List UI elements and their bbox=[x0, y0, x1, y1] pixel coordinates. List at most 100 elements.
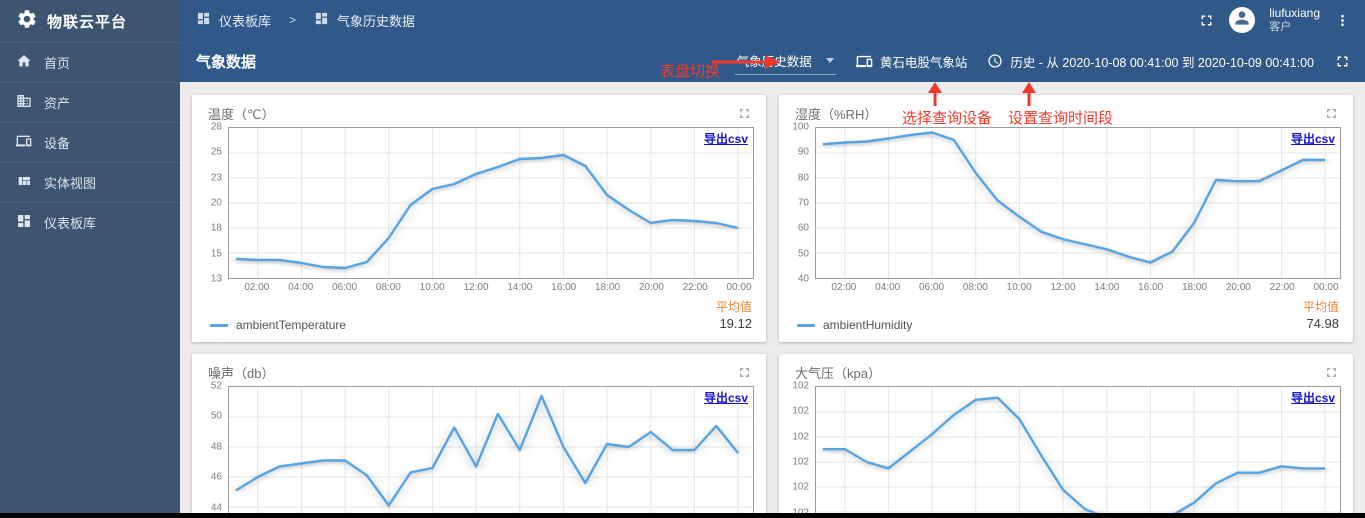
logo[interactable]: 物联云平台 bbox=[0, 0, 180, 42]
expand-icon[interactable] bbox=[1324, 106, 1339, 121]
user-name: liufuxiang bbox=[1269, 5, 1320, 20]
x-tick-label: 14:00 bbox=[507, 282, 533, 293]
sidebar-item-devices[interactable]: 设备 bbox=[0, 122, 180, 162]
chart-title: 温度（℃） bbox=[208, 107, 275, 122]
toolbar-controls: 气象历史数据 黄石电股气象站 历史 - 从 2020-10-08 00:41:0… bbox=[734, 48, 1351, 75]
breadcrumb-dashboards[interactable]: 仪表板库 bbox=[219, 11, 271, 30]
chevron-down-icon bbox=[825, 57, 834, 63]
breadcrumb: 仪表板库 > 气象历史数据 bbox=[196, 11, 415, 30]
x-tick-label: 08:00 bbox=[962, 282, 988, 293]
x-tick-label: 14:00 bbox=[1094, 282, 1120, 293]
y-tick-label: 60 bbox=[797, 222, 809, 234]
y-tick-label: 13 bbox=[210, 273, 222, 285]
avatar[interactable] bbox=[1229, 7, 1256, 33]
fullscreen-icon[interactable] bbox=[1334, 53, 1351, 70]
y-tick-label: 46 bbox=[210, 471, 222, 483]
x-tick-label: 18:00 bbox=[1182, 282, 1208, 293]
devices-icon bbox=[855, 53, 873, 70]
x-tick-label: 02:00 bbox=[831, 282, 857, 293]
y-tick-label: 50 bbox=[210, 410, 222, 422]
gear-logo-icon bbox=[16, 8, 38, 35]
chart-body: 102102102102102102102 导出csv bbox=[787, 381, 1341, 518]
x-axis: 02:00 04:00 06:00 08:00 10:00 12:00 14:00 16:00… bbox=[228, 279, 754, 294]
x-tick-label: 16:00 bbox=[551, 282, 577, 293]
x-tick-label: 22:00 bbox=[682, 282, 708, 293]
chart-body: 28 25 23 20 18 15 13 导出csv bbox=[200, 122, 754, 285]
y-tick-label: 20 bbox=[210, 197, 222, 209]
y-tick-label: 48 bbox=[210, 441, 222, 453]
x-tick-label: 06:00 bbox=[919, 282, 945, 293]
sidebar-item-label: 资产 bbox=[44, 96, 71, 111]
chart-card-noise: 噪声（db） 525048464442 导出csv 02:0004:0006:0… bbox=[192, 354, 766, 518]
card-header: 噪声（db） bbox=[200, 361, 754, 386]
x-tick-label: 06:00 bbox=[332, 282, 358, 293]
x-tick-label: 00:00 bbox=[1313, 282, 1339, 293]
export-csv-link[interactable]: 导出csv bbox=[704, 389, 748, 406]
x-tick-label: 12:00 bbox=[463, 282, 489, 293]
sidebar-item-label: 首页 bbox=[44, 56, 71, 71]
x-tick-label: 16:00 bbox=[1138, 282, 1164, 293]
aggregate-block: 平均值 74.98 bbox=[1303, 300, 1339, 332]
home-icon bbox=[16, 53, 32, 72]
view-quilt-icon bbox=[16, 173, 32, 192]
sidebar-item-assets[interactable]: 资产 bbox=[0, 82, 180, 122]
top-header: 仪表板库 > 气象历史数据 liufuxiang 客户 bbox=[180, 0, 1365, 40]
plot-area: 导出csv bbox=[228, 386, 754, 518]
breadcrumb-current: 气象历史数据 bbox=[337, 13, 416, 29]
x-tick-label: 22:00 bbox=[1269, 282, 1295, 293]
expand-icon[interactable] bbox=[1324, 365, 1339, 380]
legend-series-name: ambientTemperature bbox=[236, 318, 347, 333]
logo-title: 物联云平台 bbox=[47, 13, 128, 31]
chart-card-pressure: 大气压（kpa） 102102102102102102102 导出csv 02:… bbox=[779, 354, 1353, 518]
y-tick-label: 102 bbox=[792, 431, 809, 443]
card-header: 温度（℃） bbox=[200, 102, 754, 127]
expand-icon[interactable] bbox=[737, 106, 752, 121]
series-line-ambientHumidity bbox=[823, 133, 1325, 263]
export-csv-link[interactable]: 导出csv bbox=[704, 130, 748, 147]
y-tick-label: 44 bbox=[210, 502, 222, 514]
sidebar-item-label: 仪表板库 bbox=[44, 216, 97, 231]
dashboard-title: 气象数据 bbox=[196, 53, 257, 71]
export-csv-link[interactable]: 导出csv bbox=[1291, 130, 1335, 147]
sidebar-item-entity-views[interactable]: 实体视图 bbox=[0, 162, 180, 202]
card-footer: ambientTemperature 平均值 19.12 bbox=[210, 300, 752, 332]
legend-line-swatch bbox=[797, 323, 815, 327]
annotation-arrow-up-time bbox=[1022, 82, 1036, 106]
fullscreen-icon[interactable] bbox=[1198, 12, 1215, 29]
charts-grid: 温度（℃） 28 25 23 20 18 15 13 导出csv 02:00 04:00 06:… bbox=[192, 95, 1353, 518]
y-tick-label: 40 bbox=[797, 273, 809, 285]
y-tick-label: 28 bbox=[210, 121, 222, 133]
y-tick-label: 102 bbox=[792, 481, 809, 493]
dashboard-icon bbox=[314, 11, 329, 29]
legend-item[interactable]: ambientHumidity bbox=[797, 318, 912, 332]
average-label: 平均值 bbox=[1302, 300, 1339, 314]
y-tick-label: 90 bbox=[797, 146, 809, 158]
x-tick-label: 02:00 bbox=[244, 282, 270, 293]
user-info[interactable]: liufuxiang 客户 bbox=[1269, 5, 1320, 33]
legend-item[interactable]: ambientTemperature bbox=[210, 318, 346, 332]
dashboard-content: 温度（℃） 28 25 23 20 18 15 13 导出csv 02:00 04:00 06:… bbox=[180, 82, 1365, 518]
device-selector[interactable]: 黄石电股气象站 bbox=[855, 52, 968, 71]
y-axis: 28 25 23 20 18 15 13 bbox=[200, 122, 228, 285]
annotation-arrow-right bbox=[712, 55, 780, 69]
y-tick-label: 80 bbox=[797, 172, 809, 184]
y-tick-label: 70 bbox=[797, 197, 809, 209]
user-role: 客户 bbox=[1269, 20, 1292, 33]
export-csv-link[interactable]: 导出csv bbox=[1291, 389, 1335, 406]
more-vert-icon[interactable] bbox=[1334, 12, 1351, 29]
device-name: 黄石电股气象站 bbox=[879, 55, 968, 70]
x-tick-label: 20:00 bbox=[1225, 282, 1251, 293]
y-axis: 100 90 80 70 60 50 40 bbox=[787, 122, 815, 285]
chart-title: 噪声（db） bbox=[208, 366, 275, 381]
clock-icon bbox=[987, 53, 1003, 69]
devices-icon bbox=[16, 133, 32, 152]
expand-icon[interactable] bbox=[737, 365, 752, 380]
sidebar-item-home[interactable]: 首页 bbox=[0, 42, 180, 82]
x-tick-label: 08:00 bbox=[375, 282, 401, 293]
x-tick-label: 20:00 bbox=[638, 282, 664, 293]
sidebar-item-dashboards[interactable]: 仪表板库 bbox=[0, 202, 180, 242]
header-actions: liufuxiang 客户 bbox=[1198, 5, 1351, 33]
x-tick-label: 10:00 bbox=[419, 282, 445, 293]
y-tick-label: 25 bbox=[210, 146, 222, 158]
timewindow-selector[interactable]: 历史 - 从 2020-10-08 00:41:00 到 2020-10-09 … bbox=[987, 52, 1314, 71]
